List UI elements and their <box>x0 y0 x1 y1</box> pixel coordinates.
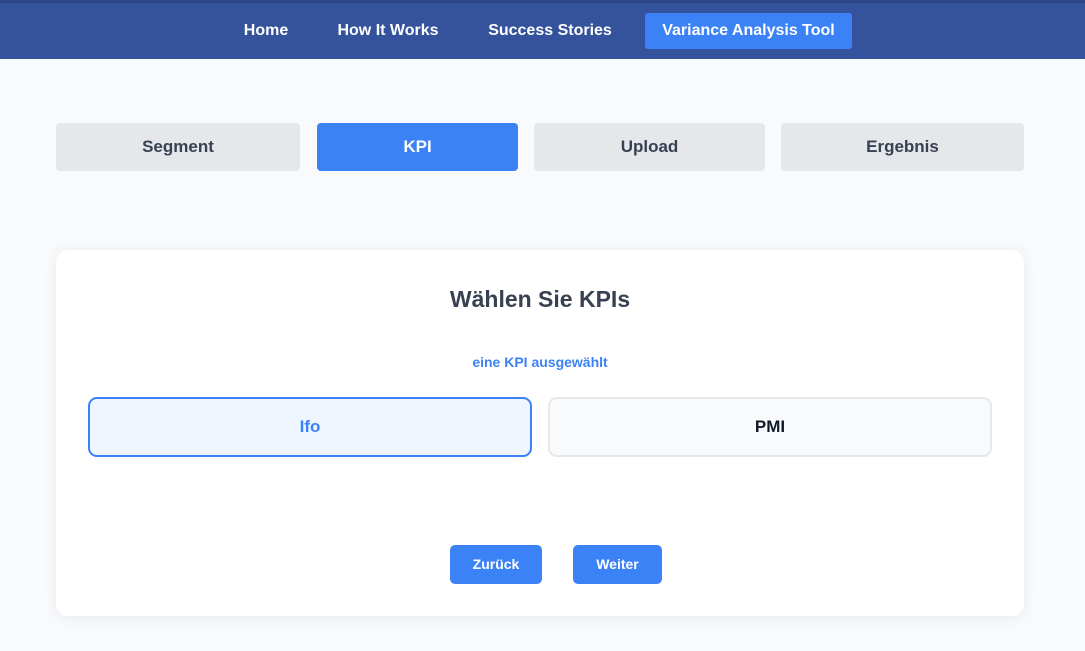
step-ergebnis[interactable]: Ergebnis <box>781 123 1024 171</box>
nav-link-how-it-works[interactable]: How It Works <box>324 13 452 49</box>
step-segment[interactable]: Segment <box>56 123 300 171</box>
page-title: Wählen Sie KPIs <box>449 286 631 312</box>
nav-link-home[interactable]: Home <box>228 13 304 49</box>
next-button[interactable]: Weiter <box>573 545 662 584</box>
top-navigation-bar: Home How It Works Success Stories Varian… <box>0 0 1085 59</box>
kpi-selection-card: Wählen Sie KPIs eine KPI ausgewählt Ifo … <box>56 250 1024 616</box>
nav-link-variance-analysis-tool[interactable]: Variance Analysis Tool <box>645 13 852 49</box>
step-upload[interactable]: Upload <box>534 123 765 171</box>
selection-status-text: eine KPI ausgewählt <box>472 354 608 370</box>
step-kpi[interactable]: KPI <box>317 123 518 171</box>
kpi-option-pmi[interactable]: PMI <box>548 397 992 457</box>
nav-link-success-stories[interactable]: Success Stories <box>474 13 626 49</box>
kpi-option-ifo[interactable]: Ifo <box>88 397 532 457</box>
back-button[interactable]: Zurück <box>450 545 542 584</box>
